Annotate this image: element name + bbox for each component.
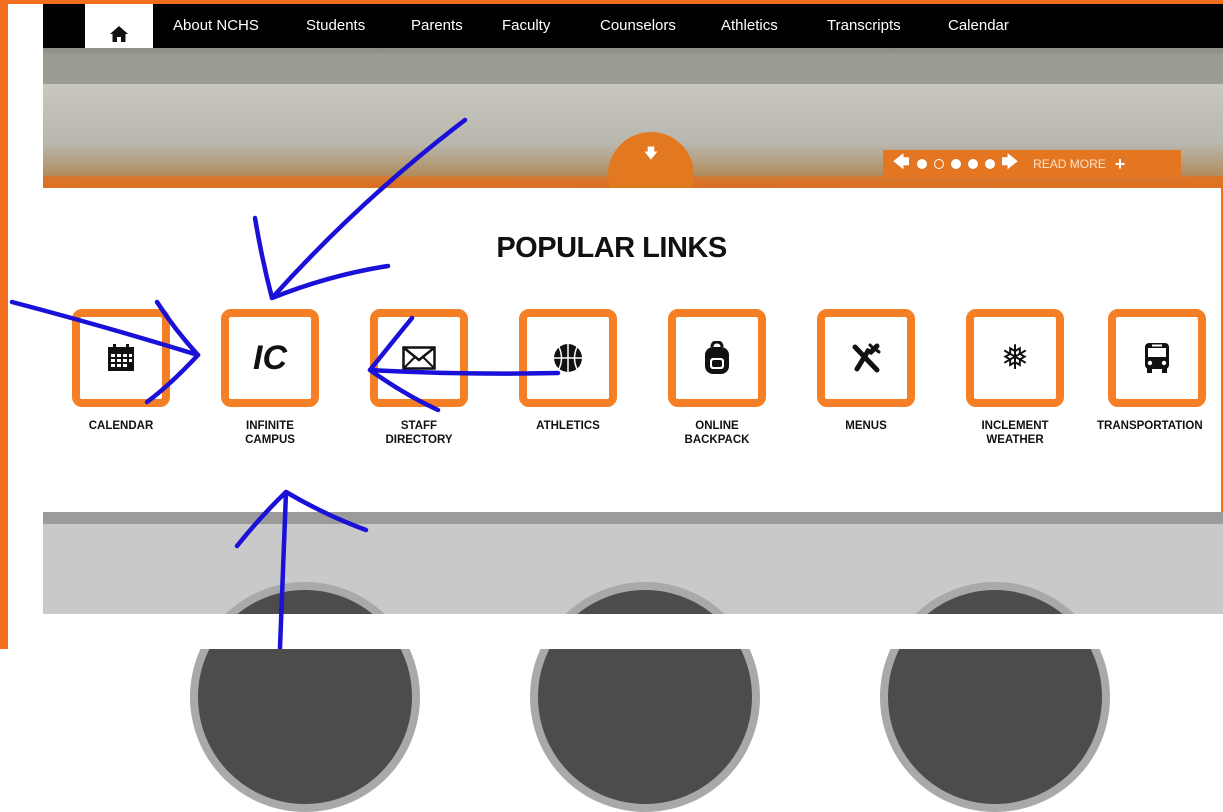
orange-border-left <box>0 0 8 649</box>
nav-students[interactable]: Students <box>306 4 365 48</box>
popular-link-inclement-weather[interactable]: ❅ INCLEMENT WEATHER <box>950 309 1080 447</box>
ic-text-icon: IC <box>253 338 287 377</box>
menus-tile[interactable] <box>817 309 915 407</box>
calendar-icon <box>108 344 134 371</box>
slider-next-icon[interactable]: 🡆 <box>1002 151 1019 178</box>
link-label: STAFF DIRECTORY <box>385 420 453 446</box>
nav-calendar[interactable]: Calendar <box>948 4 1009 48</box>
slider-controls: 🡄 🡆 READ MORE + <box>883 150 1181 178</box>
nav-transcripts[interactable]: Transcripts <box>827 4 901 48</box>
popular-link-transportation[interactable]: TRANSPORTATION <box>1093 309 1223 433</box>
popular-link-athletics[interactable]: ATHLETICS <box>503 309 633 433</box>
popular-link-online-backpack[interactable]: ONLINE BACKPACK <box>652 309 782 447</box>
popular-link-staff-directory[interactable]: STAFF DIRECTORY <box>354 309 484 447</box>
link-label: INCLEMENT WEATHER <box>981 420 1049 446</box>
popular-links-title: POPULAR LINKS <box>496 232 727 264</box>
popular-link-menus[interactable]: MENUS <box>801 309 931 433</box>
online-backpack-tile[interactable] <box>668 309 766 407</box>
link-label: INFINITE CAMPUS <box>245 420 295 446</box>
calendar-tile[interactable] <box>72 309 170 407</box>
bottom-white-area <box>43 614 1223 649</box>
read-more-link[interactable]: READ MORE <box>1033 157 1106 171</box>
nav-athletics[interactable]: Athletics <box>721 4 778 48</box>
link-label: CALENDAR <box>88 420 154 432</box>
link-label: MENUS <box>845 420 887 432</box>
bottom-gray-stripe <box>43 512 1223 524</box>
nav-about-nchs[interactable]: About NCHS <box>173 4 259 48</box>
nav-parents[interactable]: Parents <box>411 4 463 48</box>
bus-icon <box>1145 343 1169 373</box>
arrow-down-icon: 🡇 <box>643 145 659 161</box>
popular-link-calendar[interactable]: CALENDAR <box>56 309 186 433</box>
envelope-icon <box>402 346 436 370</box>
backpack-icon <box>705 341 729 374</box>
slide-dot[interactable] <box>950 159 961 169</box>
staff-directory-tile[interactable] <box>370 309 468 407</box>
link-label: ONLINE BACKPACK <box>684 420 750 446</box>
infinite-campus-tile[interactable]: IC <box>221 309 319 407</box>
school-building-photo <box>43 54 1223 84</box>
inclement-weather-tile[interactable]: ❅ <box>966 309 1064 407</box>
nav-faculty[interactable]: Faculty <box>502 4 550 48</box>
slide-dot-active[interactable] <box>933 159 944 169</box>
link-label: TRANSPORTATION <box>1097 420 1203 432</box>
slide-dot[interactable] <box>967 159 978 169</box>
main-nav: About NCHS Students Parents Faculty Coun… <box>43 4 1223 64</box>
hero-banner: 🡇 🡄 🡆 READ MORE + <box>43 48 1223 188</box>
nav-counselors[interactable]: Counselors <box>600 4 676 48</box>
transportation-tile[interactable] <box>1108 309 1206 407</box>
slide-dot[interactable] <box>916 159 927 169</box>
fork-knife-icon <box>852 343 881 373</box>
basketball-icon <box>554 344 582 372</box>
home-icon <box>110 26 128 42</box>
plus-icon[interactable]: + <box>1115 154 1126 175</box>
athletics-tile[interactable] <box>519 309 617 407</box>
slide-dot[interactable] <box>984 159 995 169</box>
popular-link-infinite-campus[interactable]: IC INFINITE CAMPUS <box>205 309 335 447</box>
snowflake-icon: ❅ <box>1000 339 1030 377</box>
link-label: ATHLETICS <box>536 420 600 432</box>
slider-prev-icon[interactable]: 🡄 <box>893 151 910 178</box>
